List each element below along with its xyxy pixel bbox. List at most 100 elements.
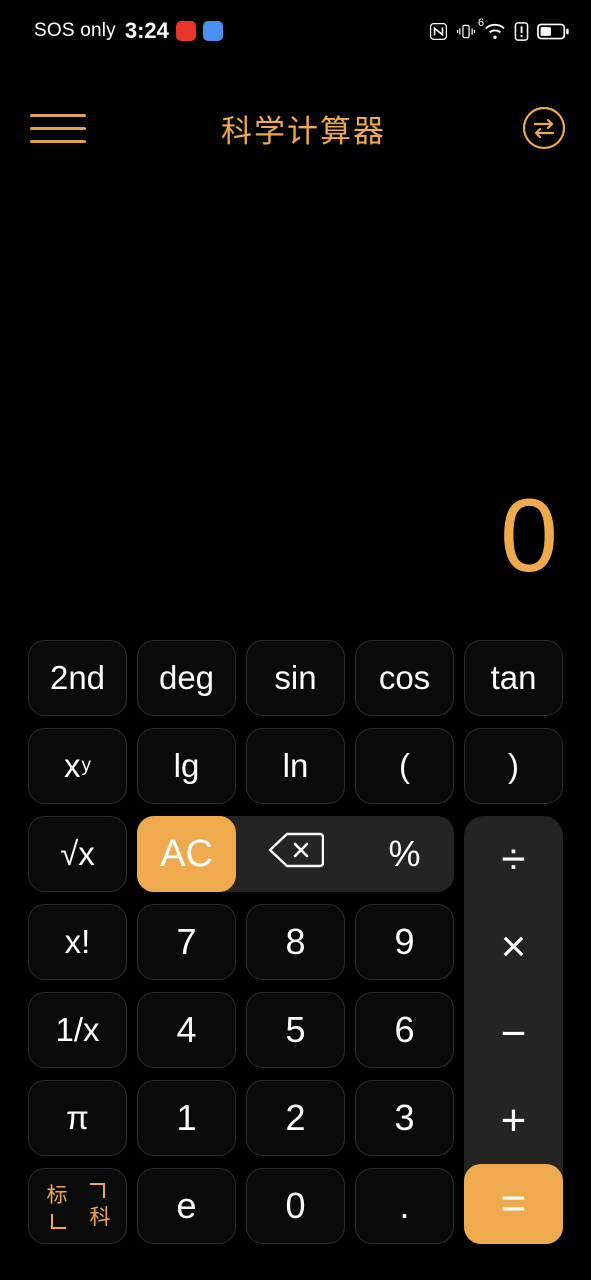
notification-badge-red bbox=[175, 21, 196, 41]
key-label: 4 bbox=[176, 1009, 197, 1050]
app-header: 科学计算器 bbox=[0, 96, 591, 160]
badge-glyph-red bbox=[176, 21, 196, 41]
calculator-display[interactable]: 0 bbox=[0, 170, 591, 610]
nfc-icon bbox=[429, 22, 448, 41]
key-percent[interactable]: % bbox=[355, 816, 454, 892]
backspace-icon bbox=[268, 831, 324, 878]
mode-corner-bottom-left bbox=[50, 1214, 66, 1229]
key-pi[interactable]: π bbox=[28, 1080, 127, 1156]
key-label: √x bbox=[60, 835, 95, 872]
key-label: tan bbox=[490, 659, 537, 696]
key-7[interactable]: 7 bbox=[137, 904, 236, 980]
key-e[interactable]: e bbox=[137, 1168, 236, 1244]
hamburger-bar bbox=[30, 126, 86, 130]
key-decimal[interactable]: . bbox=[355, 1168, 454, 1244]
badge-glyph-blue bbox=[203, 21, 223, 41]
key-label: 3 bbox=[394, 1097, 415, 1138]
status-bar-right: 6 bbox=[429, 18, 569, 41]
key-mode-toggle[interactable]: 标 科 bbox=[28, 1168, 127, 1244]
key-lg[interactable]: lg bbox=[137, 728, 236, 804]
key-multiply[interactable]: × bbox=[464, 903, 563, 990]
key-label: 7 bbox=[176, 921, 197, 962]
key-4[interactable]: 4 bbox=[137, 992, 236, 1068]
key-label: ln bbox=[282, 747, 309, 784]
hamburger-bar bbox=[30, 113, 86, 117]
key-3[interactable]: 3 bbox=[355, 1080, 454, 1156]
key-label: 0 bbox=[285, 1185, 306, 1226]
clock-label: 3:24 bbox=[124, 18, 169, 43]
key-subtract[interactable]: − bbox=[464, 990, 563, 1077]
key-label: ( bbox=[399, 747, 410, 784]
key-close-paren[interactable]: ) bbox=[464, 728, 563, 804]
key-label: x bbox=[64, 747, 81, 784]
key-label: . bbox=[399, 1185, 410, 1226]
key-0[interactable]: 0 bbox=[246, 1168, 345, 1244]
key-label: x! bbox=[64, 923, 91, 960]
key-label: − bbox=[500, 1008, 527, 1058]
key-superscript: y bbox=[81, 755, 92, 776]
battery-icon bbox=[537, 23, 569, 40]
wifi-generation-label: 6 bbox=[478, 17, 485, 29]
sim-alert-icon bbox=[514, 21, 529, 41]
key-8[interactable]: 8 bbox=[246, 904, 345, 980]
hamburger-bar bbox=[30, 139, 86, 143]
status-bar: SOS only 3:24 6 bbox=[0, 0, 591, 62]
key-label: e bbox=[176, 1185, 197, 1226]
key-power[interactable]: xy bbox=[28, 728, 127, 804]
key-label: 6 bbox=[394, 1009, 415, 1050]
key-label: deg bbox=[158, 659, 215, 696]
key-divide[interactable]: ÷ bbox=[464, 816, 563, 903]
display-value: 0 bbox=[500, 478, 559, 594]
key-label: ) bbox=[508, 747, 519, 784]
key-label: + bbox=[500, 1095, 527, 1145]
key-label: sin bbox=[274, 659, 317, 696]
key-label: % bbox=[388, 833, 421, 874]
key-2nd[interactable]: 2nd bbox=[28, 640, 127, 716]
calculator-app: SOS only 3:24 6 科学计算器 0 2nd deg sin cos … bbox=[0, 0, 591, 1280]
swap-convert-icon[interactable] bbox=[521, 105, 567, 151]
key-1[interactable]: 1 bbox=[137, 1080, 236, 1156]
key-label: 5 bbox=[285, 1009, 306, 1050]
key-5[interactable]: 5 bbox=[246, 992, 345, 1068]
hamburger-menu-icon[interactable] bbox=[30, 106, 86, 150]
wifi6-icon: 6 bbox=[478, 18, 506, 40]
vibrate-icon bbox=[456, 22, 476, 41]
key-factorial[interactable]: x! bbox=[28, 904, 127, 980]
key-9[interactable]: 9 bbox=[355, 904, 454, 980]
mode-corner-top-right bbox=[89, 1183, 105, 1198]
key-cos[interactable]: cos bbox=[355, 640, 454, 716]
key-label: π bbox=[66, 1099, 89, 1136]
standard-scientific-mode-icon: 标 科 bbox=[45, 1181, 111, 1231]
key-label: 9 bbox=[394, 921, 415, 962]
key-equals[interactable]: = bbox=[464, 1164, 563, 1244]
key-label: × bbox=[500, 921, 527, 971]
key-sqrt[interactable]: √x bbox=[28, 816, 127, 892]
key-6[interactable]: 6 bbox=[355, 992, 454, 1068]
key-sin[interactable]: sin bbox=[246, 640, 345, 716]
keypad: 2nd deg sin cos tan xy lg ln ( ) √x AC %… bbox=[0, 636, 591, 1248]
key-all-clear[interactable]: AC bbox=[137, 816, 236, 892]
key-reciprocal[interactable]: 1/x bbox=[28, 992, 127, 1068]
key-label: = bbox=[500, 1179, 527, 1228]
key-2[interactable]: 2 bbox=[246, 1080, 345, 1156]
key-open-paren[interactable]: ( bbox=[355, 728, 454, 804]
key-label: cos bbox=[378, 659, 431, 696]
key-ln[interactable]: ln bbox=[246, 728, 345, 804]
key-label: lg bbox=[173, 747, 200, 784]
key-label: ÷ bbox=[501, 834, 526, 884]
mode-standard-label: 标 bbox=[46, 1184, 68, 1207]
key-tan[interactable]: tan bbox=[464, 640, 563, 716]
key-label: 1/x bbox=[55, 1011, 100, 1048]
key-backspace[interactable] bbox=[246, 816, 345, 892]
key-label: AC bbox=[160, 832, 213, 875]
notification-badge-blue bbox=[202, 21, 223, 41]
key-label: 2nd bbox=[49, 659, 106, 696]
mode-scientific-label: 科 bbox=[89, 1206, 111, 1229]
key-deg[interactable]: deg bbox=[137, 640, 236, 716]
page-title: 科学计算器 bbox=[221, 113, 386, 149]
key-label: 8 bbox=[285, 921, 306, 962]
key-add[interactable]: + bbox=[464, 1077, 563, 1164]
key-label: 2 bbox=[285, 1097, 306, 1138]
status-bar-left: SOS only 3:24 bbox=[34, 18, 223, 44]
carrier-label: SOS only bbox=[34, 20, 116, 41]
